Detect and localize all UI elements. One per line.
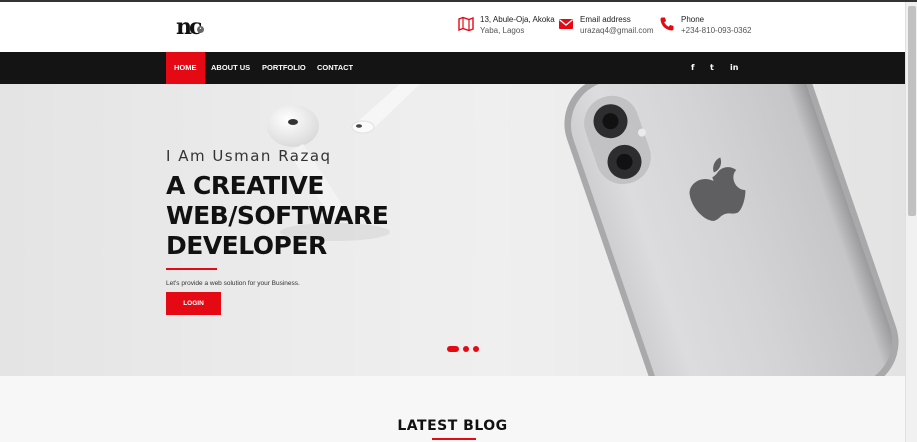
slider-dots	[447, 346, 483, 352]
section-title: LATEST BLOG	[397, 418, 508, 434]
phone-label: Phone	[681, 15, 705, 24]
map-icon	[458, 16, 474, 32]
site-header: nc • 13, Abule-Oja, Akoka Yaba, Lagos Em…	[0, 2, 905, 52]
main-nav: HOME ABOUT US PORTFOLIO CONTACT f t in	[0, 48, 905, 84]
hero-background-image	[267, 84, 899, 376]
address-line2: Yaba, Lagos	[480, 26, 525, 35]
email-info: Email address urazaq4@gmail.com	[558, 14, 653, 36]
address-info: 13, Abule-Oja, Akoka Yaba, Lagos	[458, 14, 555, 36]
scrollbar-thumb[interactable]	[908, 6, 916, 216]
site-logo[interactable]: nc •	[176, 14, 208, 41]
address-line1: 13, Abule-Oja, Akoka	[480, 15, 555, 24]
email-value[interactable]: urazaq4@gmail.com	[580, 25, 653, 36]
latest-blog-section: LATEST BLOG	[0, 376, 905, 442]
twitter-icon[interactable]: t	[710, 63, 714, 72]
hero-title: A CREATIVE WEB/SOFTWARE DEVELOPER	[166, 171, 389, 261]
hero-subtitle: Let's provide a web solution for your Bu…	[166, 280, 300, 287]
logo-mark: •	[197, 26, 204, 33]
hero-title-line: DEVELOPER	[166, 231, 327, 260]
slider-dot[interactable]	[463, 346, 469, 352]
hero-slider: I Am Usman Razaq A CREATIVE WEB/SOFTWARE…	[0, 84, 905, 376]
email-label: Email address	[580, 15, 631, 24]
linkedin-icon[interactable]: in	[730, 63, 738, 72]
hero-title-line: WEB/SOFTWARE	[166, 201, 389, 230]
login-button[interactable]: LOGIN	[166, 292, 221, 315]
slider-dot[interactable]	[473, 346, 479, 352]
phone-value[interactable]: +234-810-093-0362	[681, 25, 752, 36]
nav-item-about-us[interactable]: ABOUT US	[211, 52, 250, 84]
slider-dot[interactable]	[447, 346, 459, 352]
nav-item-portfolio[interactable]: PORTFOLIO	[262, 52, 306, 84]
nav-item-home[interactable]: HOME	[166, 52, 205, 84]
phone-icon	[660, 17, 674, 31]
phone-info: Phone +234-810-093-0362	[659, 14, 752, 36]
logo-text: nc	[176, 14, 202, 40]
nav-item-contact[interactable]: CONTACT	[317, 52, 353, 84]
section-title-underline	[432, 438, 476, 440]
hero-title-line: A CREATIVE	[166, 171, 324, 200]
hero-divider	[166, 268, 217, 270]
envelope-icon	[559, 19, 573, 29]
page-scrollbar[interactable]	[905, 2, 917, 442]
facebook-icon[interactable]: f	[691, 63, 694, 72]
hero-kicker: I Am Usman Razaq	[166, 147, 332, 165]
